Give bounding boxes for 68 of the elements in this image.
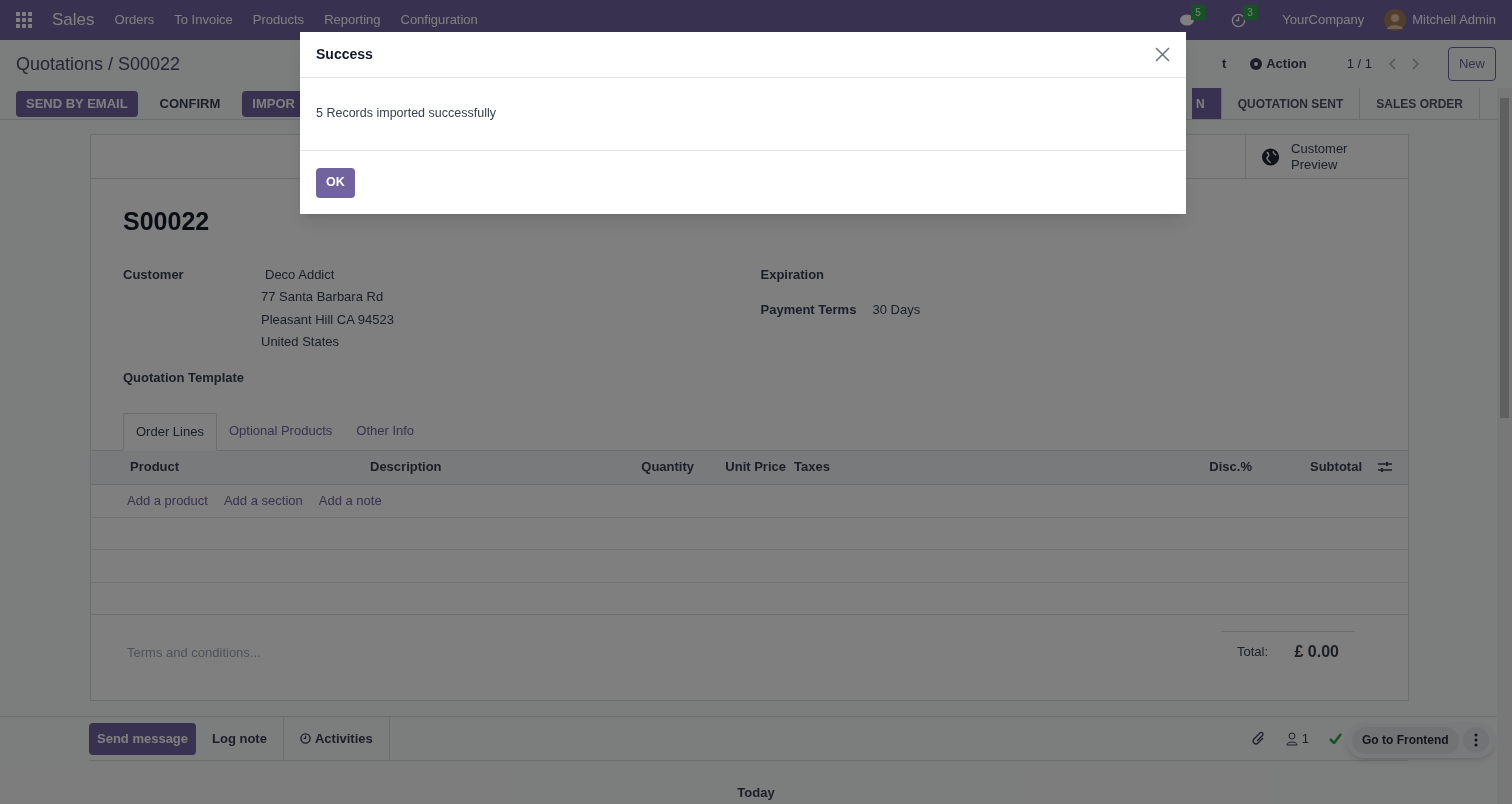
total-label: Total: [1237, 642, 1269, 661]
column-header[interactable]: Description [366, 457, 606, 477]
print-button[interactable]: t [1221, 54, 1227, 74]
column-header[interactable]: Taxes [790, 457, 1030, 477]
date-separator: Today [736, 784, 776, 802]
paperclip-icon[interactable] [1251, 730, 1266, 747]
menu-item[interactable]: Products [252, 10, 305, 30]
add-line-link[interactable]: Add a product [127, 490, 208, 511]
notebook-tab[interactable]: Optional Products [216, 413, 345, 451]
followers-button[interactable]: 1 [1285, 728, 1309, 749]
field-label: Expiration [760, 265, 826, 284]
new-button[interactable]: New [1448, 47, 1496, 81]
dialog-title: Success [316, 45, 373, 64]
status-step[interactable]: N [1192, 88, 1222, 119]
action-button[interactable]: CONFIRM [149, 90, 231, 117]
notebook-tab[interactable]: Order Lines [123, 413, 217, 451]
go-to-frontend-button[interactable]: Go to Frontend [1352, 726, 1459, 754]
activities-button[interactable]: Activities [282, 717, 390, 760]
status-step[interactable]: QUOTATION SENT [1221, 88, 1361, 119]
address-line: Pleasant Hill CA 94523 [261, 310, 394, 329]
apps-menu-icon[interactable] [16, 12, 32, 28]
log-note-button[interactable]: Log note [196, 717, 283, 760]
customer-preview-button[interactable]: Customer Preview [1245, 135, 1408, 178]
chevron-left-icon[interactable] [1388, 58, 1398, 70]
user-name[interactable]: Mitchell Admin [1412, 10, 1496, 30]
check-icon[interactable] [1329, 733, 1342, 744]
column-header[interactable]: Disc.% [1030, 457, 1256, 477]
field-label: Quotation Template [123, 368, 246, 387]
pager-value: 1 / 1 [1346, 55, 1372, 74]
column-header[interactable]: Product [126, 457, 366, 477]
status-step[interactable]: SALES ORDER [1360, 88, 1480, 119]
clock-icon [299, 733, 311, 744]
address-line: 77 Santa Barbara Rd [261, 288, 385, 306]
menu-item[interactable]: To Invoice [174, 10, 233, 30]
send-message-button[interactable]: Send message [89, 722, 197, 755]
menu-item[interactable]: Orders [114, 10, 155, 30]
breadcrumb[interactable]: Quotations / S00022 [16, 50, 181, 78]
dialog-message: 5 Records imported successfully [316, 106, 496, 120]
payment-terms-value[interactable]: 30 Days [872, 300, 921, 320]
address-line: United States [261, 333, 341, 351]
column-header[interactable]: Unit Price [698, 457, 790, 477]
column-settings-icon[interactable] [1378, 461, 1392, 473]
chevron-right-icon[interactable] [1410, 58, 1420, 70]
ok-button[interactable]: OK [316, 167, 355, 198]
column-header[interactable]: Quantity [606, 457, 698, 477]
field-label: Customer [123, 265, 185, 284]
globe-icon [1262, 147, 1280, 166]
clock-icon[interactable] [1231, 12, 1247, 28]
message-count-badge: 5 [1191, 5, 1205, 20]
action-button[interactable]: SEND BY EMAIL [16, 90, 138, 117]
person-icon [1285, 731, 1298, 746]
close-icon[interactable] [1155, 47, 1170, 62]
column-header[interactable]: Subtotal [1256, 457, 1366, 477]
total-value: £ 0.00 [1294, 641, 1339, 662]
customer-value[interactable]: Deco Addict [265, 264, 394, 284]
record-name: S00022 [123, 206, 211, 237]
add-line-link[interactable]: Add a note [318, 490, 382, 511]
menu-item[interactable]: Configuration [400, 10, 478, 30]
notebook-tab[interactable]: Other Info [344, 413, 427, 451]
company-name[interactable]: YourCompany [1282, 10, 1365, 30]
menu-item[interactable]: Reporting [324, 10, 381, 30]
more-options-icon[interactable] [1462, 727, 1489, 753]
field-label: Payment Terms [760, 301, 858, 319]
add-line-link[interactable]: Add a section [223, 490, 303, 511]
activity-count-badge: 3 [1243, 4, 1257, 20]
action-button[interactable]: Action [1250, 54, 1307, 74]
app-name[interactable]: Sales [52, 7, 95, 33]
avatar-icon[interactable] [1384, 9, 1407, 31]
